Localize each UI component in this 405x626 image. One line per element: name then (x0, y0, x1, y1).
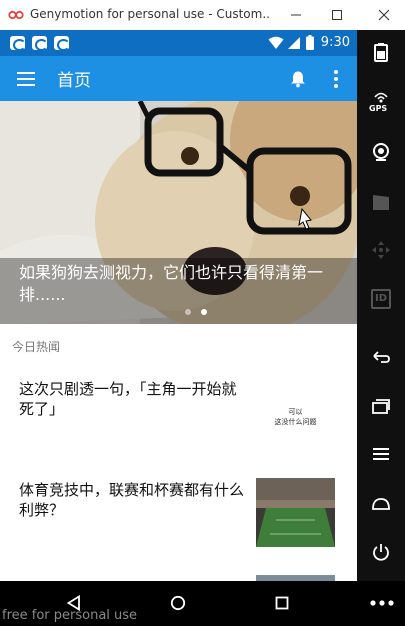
maximize-icon (332, 10, 342, 20)
back-icon[interactable] (371, 348, 391, 368)
bell-icon[interactable] (289, 70, 307, 88)
maximize-button[interactable] (325, 4, 349, 26)
thumb-text: 这没什么问题 (274, 418, 317, 426)
emulator-window: Genymotion for personal use - Custom... (0, 0, 405, 626)
window-titlebar: Genymotion for personal use - Custom... (0, 0, 405, 30)
android-screen: 9:30 首页 如果狗狗去测视力，它们也许只看得清第一排...... 今日热闻 … (0, 30, 357, 581)
page-title: 首页 (57, 71, 91, 91)
nav-home-icon[interactable] (170, 595, 186, 611)
menu-button-icon[interactable] (371, 444, 391, 464)
minimize-icon (291, 14, 301, 16)
dpad-icon[interactable] (371, 240, 391, 260)
carousel-dot-active[interactable] (201, 309, 207, 315)
notification-icon (32, 36, 48, 51)
more-options-icon[interactable] (370, 600, 394, 606)
recent-apps-icon[interactable] (371, 396, 391, 416)
carousel-dot[interactable] (185, 309, 191, 315)
power-icon[interactable] (371, 542, 391, 562)
item-thumbnail: 可以 这没什么问题 (256, 367, 335, 436)
banner-caption: 如果狗狗去测视力，它们也许只看得清第一排...... (19, 263, 324, 304)
item-title: 体育竞技中，联赛和杯赛都有什么利弊？ (19, 481, 245, 519)
banner-carousel[interactable]: 如果狗狗去测视力，它们也许只看得清第一排...... (0, 101, 357, 324)
battery-widget-icon[interactable] (371, 42, 391, 62)
window-title: Genymotion for personal use - Custom... (30, 7, 270, 21)
thumb-text: 可以 (288, 408, 303, 416)
menu-icon[interactable] (17, 72, 35, 86)
media-clapper-icon[interactable] (371, 192, 391, 212)
home-icon[interactable] (371, 494, 391, 514)
section-label: 今日热闻 (12, 340, 61, 354)
close-button[interactable] (372, 4, 396, 26)
notification-icon (10, 36, 26, 51)
app-bar: 首页 (0, 56, 357, 101)
list-item[interactable]: 体育竞技中，联赛和杯赛都有什么利弊？ (0, 472, 357, 581)
notification-icon (54, 36, 70, 51)
battery-icon (306, 35, 314, 50)
minimize-button[interactable] (284, 4, 308, 26)
device-id-button[interactable]: ID (371, 289, 391, 309)
status-bar: 9:30 (0, 30, 357, 56)
gps-label: GPS (369, 104, 388, 113)
status-time: 9:30 (320, 35, 350, 50)
webcam-icon[interactable] (371, 142, 391, 162)
genymotion-logo-icon (8, 10, 24, 20)
list-item[interactable]: 这次只剧透一句，「主角一开始就死了」 可以 这没什么问题 (0, 368, 357, 478)
close-icon (378, 9, 390, 21)
wifi-icon (268, 36, 284, 49)
license-watermark: free for personal use (2, 608, 138, 623)
emulator-toolbar: GPS ID (357, 30, 405, 581)
nav-recents-icon[interactable] (275, 596, 289, 610)
cell-signal-icon (288, 37, 300, 49)
item-thumbnail (256, 478, 335, 547)
item-title: 这次只剧透一句，「主角一开始就死了」 (19, 380, 237, 418)
overflow-menu-icon[interactable] (334, 70, 338, 88)
